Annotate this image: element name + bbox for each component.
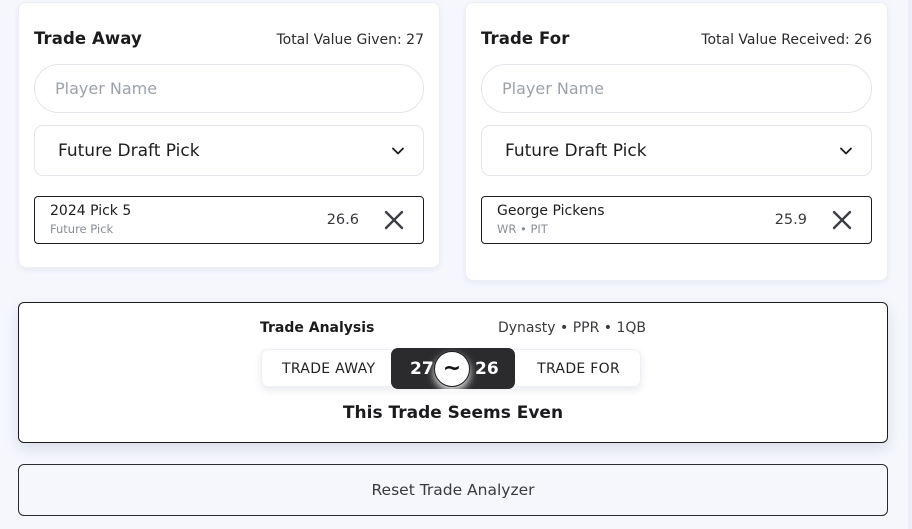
meter-label-trade-away: TRADE AWAY [282,361,376,377]
trade-away-card: Trade Away Total Value Given: 27 Future … [18,2,440,268]
asset-info: George Pickens WR • PIT [497,203,775,237]
league-settings: Dynasty • PPR • 1QB [497,320,646,336]
trade-away-pick-select[interactable]: Future Draft Pick [34,125,424,176]
meter-value-for: 26 [475,359,499,379]
chevron-down-icon [839,144,853,158]
asset-value: 25.9 [774,212,807,228]
trade-away-asset-item: 2024 Pick 5 Future Pick 26.6 [34,196,424,244]
asset-subtitle: Future Pick [50,222,114,236]
meter-label-trade-for: TRADE FOR [537,361,620,377]
remove-asset-button[interactable] [831,209,853,231]
approx-equal-icon: ~ [434,351,470,387]
close-icon [384,210,404,230]
trade-away-header: Trade Away Total Value Given: 27 [34,29,424,48]
trade-away-player-search-input[interactable] [34,64,424,113]
trade-analysis-title: Trade Analysis [260,320,375,336]
pick-select-value: Future Draft Pick [58,140,200,161]
scrollbar-track[interactable] [908,0,912,529]
asset-name: 2024 Pick 5 [50,203,132,219]
trade-analysis-panel: Trade Analysis Dynasty • PPR • 1QB TRADE… [18,302,888,443]
asset-subtitle: WR • PIT [497,222,548,236]
pick-select-value: Future Draft Pick [505,140,647,161]
trade-for-title: Trade For [481,29,570,48]
trade-for-header: Trade For Total Value Received: 26 [481,29,872,48]
trade-analyzer-page: Trade Away Total Value Given: 27 Future … [0,0,912,529]
trade-away-title: Trade Away [34,29,142,48]
total-value-given: Total Value Given: 27 [276,32,424,48]
trade-for-pick-select[interactable]: Future Draft Pick [481,125,872,176]
close-icon [832,210,852,230]
asset-info: 2024 Pick 5 Future Pick [50,203,327,237]
trade-for-card: Trade For Total Value Received: 26 Futur… [465,2,888,281]
meter-value-away: 27 [410,359,434,379]
asset-name: George Pickens [497,203,605,219]
total-value-received: Total Value Received: 26 [701,32,872,48]
reset-trade-analyzer-button[interactable]: Reset Trade Analyzer [18,464,888,516]
chevron-down-icon [391,144,405,158]
trade-for-asset-item: George Pickens WR • PIT 25.9 [481,196,872,244]
remove-asset-button[interactable] [383,209,405,231]
asset-value: 26.6 [326,212,359,228]
trade-value-meter: TRADE AWAY 27 26 ~ TRADE FOR [261,348,641,389]
trade-verdict: This Trade Seems Even [342,403,564,423]
trade-for-player-search-input[interactable] [481,64,872,113]
